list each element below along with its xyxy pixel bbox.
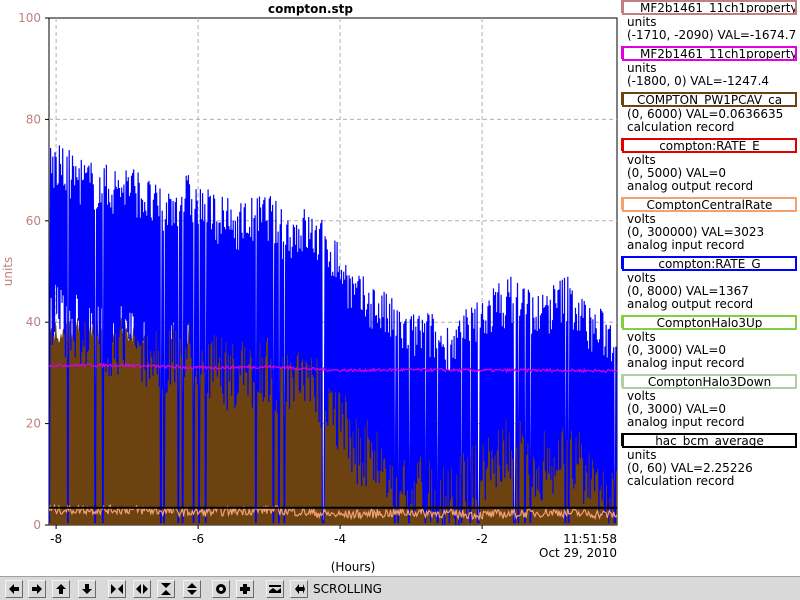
- arrow-left-icon: [9, 584, 19, 594]
- x-tick-label: -6: [192, 532, 204, 546]
- legend: MF2b1461_11ch1property.F units (-1710, -20…: [621, 0, 800, 576]
- y-tick-label: 80: [26, 112, 41, 126]
- legend-detail: analog input record: [627, 415, 745, 429]
- arrow-left-button[interactable]: [5, 580, 23, 598]
- chart-area: 020406080100-8 -6 -4 -2units(Hours)11:51:58…: [1, 11, 618, 574]
- reset-icon: [216, 584, 226, 594]
- legend-detail: calculation record: [627, 474, 735, 488]
- y-tick-label: 60: [26, 214, 41, 228]
- date-label: Oct 29, 2010: [539, 546, 617, 560]
- arrow-down-icon: [82, 584, 92, 594]
- legend-label[interactable]: ComptonCentralRate: [622, 197, 797, 212]
- arrow-right-icon: [32, 584, 42, 594]
- legend-label[interactable]: COMPTON_PW1PCAV_ca: [622, 92, 797, 107]
- arrow-right-button[interactable]: [28, 580, 46, 598]
- legend-detail: analog input record: [627, 356, 745, 370]
- zoom-in-vertical-icon: [161, 583, 171, 595]
- toolbar: SCROLLING: [0, 576, 800, 600]
- add-icon: [240, 584, 250, 594]
- reset-button[interactable]: [212, 580, 230, 598]
- pan-button[interactable]: [290, 580, 308, 598]
- x-tick-label: -2: [476, 532, 488, 546]
- legend-label[interactable]: compton:RATE_G: [622, 256, 797, 271]
- y-axis-label: units: [1, 257, 15, 287]
- autoscale-icon: [269, 585, 281, 593]
- legend-detail: analog output record: [627, 179, 754, 193]
- legend-label[interactable]: compton:RATE_E: [622, 138, 797, 153]
- arrow-up-icon: [56, 584, 66, 594]
- zoom-out-vertical-icon: [187, 583, 197, 595]
- timestamp-label: 11:51:58: [563, 532, 617, 546]
- arrow-up-button[interactable]: [52, 580, 70, 598]
- x-axis-label: (Hours): [331, 560, 376, 574]
- autoscale-button[interactable]: [266, 580, 284, 598]
- zoom-in-horizontal-icon: [111, 584, 123, 594]
- status-label: SCROLLING: [313, 582, 382, 596]
- legend-detail: analog input record: [627, 238, 745, 252]
- legend-detail: calculation record: [627, 120, 735, 134]
- legend-detail: analog output record: [627, 297, 754, 311]
- y-tick-label: 0: [33, 518, 41, 532]
- zoom-out-vertical-button[interactable]: [183, 580, 201, 598]
- legend-label[interactable]: hac_bcm_average: [622, 433, 797, 448]
- x-tick-label: -4: [334, 532, 346, 546]
- x-tick-label: -8: [50, 532, 62, 546]
- legend-label[interactable]: ComptonHalo3Up: [622, 315, 797, 330]
- pan-icon: [295, 584, 305, 594]
- legend-label[interactable]: ComptonHalo3Down: [622, 374, 797, 389]
- zoom-in-vertical-button[interactable]: [157, 580, 175, 598]
- arrow-down-button[interactable]: [78, 580, 96, 598]
- chart-title: compton.stp: [267, 2, 353, 16]
- y-tick-label: 20: [26, 417, 41, 431]
- legend-label[interactable]: MF2b1461_11ch1property.E: [622, 46, 797, 61]
- legend-label[interactable]: MF2b1461_11ch1property.F: [622, 0, 797, 15]
- zoom-in-horizontal-button[interactable]: [108, 580, 126, 598]
- zoom-out-horizontal-button[interactable]: [133, 580, 151, 598]
- y-tick-label: 40: [26, 315, 41, 329]
- add-button[interactable]: [236, 580, 254, 598]
- legend-detail: (-1710, -2090) VAL=-1674.7: [627, 28, 797, 42]
- zoom-out-horizontal-icon: [136, 584, 148, 594]
- legend-detail: (-1800, 0) VAL=-1247.4: [627, 74, 770, 88]
